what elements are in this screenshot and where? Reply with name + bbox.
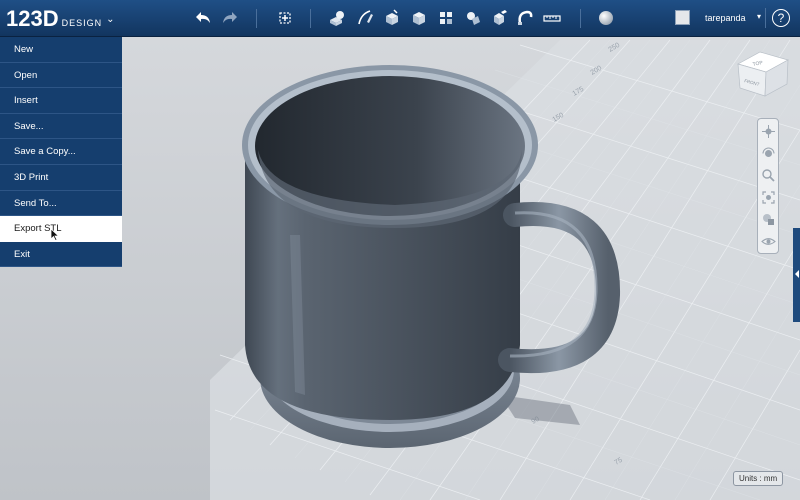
menu-item-new[interactable]: New <box>0 37 122 63</box>
menu-item-open[interactable]: Open <box>0 63 122 89</box>
grouping-button[interactable] <box>462 8 484 28</box>
toolbar-divider <box>765 8 766 28</box>
combine-icon <box>494 10 507 25</box>
redo-icon <box>223 12 237 23</box>
chevron-down-icon: ⌄ <box>106 14 115 25</box>
redo-button[interactable] <box>219 8 241 28</box>
modify-icon <box>413 12 425 25</box>
transform-icon <box>279 12 291 24</box>
chevron-down-icon[interactable]: ▾ <box>757 12 761 21</box>
toolbar-divider <box>256 9 257 28</box>
sketch-icon <box>358 10 373 25</box>
app-menu-button[interactable]: 123D DESIGN ⌄ <box>6 6 115 32</box>
orbit-icon <box>762 147 775 157</box>
material-button[interactable] <box>595 8 617 28</box>
menu-item-save-copy[interactable]: Save a Copy... <box>0 139 122 165</box>
menu-item-insert[interactable]: Insert <box>0 88 122 114</box>
menu-item-export-stl[interactable]: Export STL <box>0 216 122 242</box>
fit-button[interactable] <box>761 190 776 205</box>
chevron-left-icon <box>795 270 799 278</box>
pattern-button[interactable] <box>435 8 457 28</box>
material-icon <box>599 11 613 25</box>
help-button[interactable]: ? <box>772 9 790 27</box>
construct-button[interactable] <box>381 8 403 28</box>
snap-icon <box>518 10 533 25</box>
snap-button[interactable] <box>514 8 536 28</box>
units-indicator[interactable]: Units : mm <box>733 471 784 486</box>
menu-item-save[interactable]: Save... <box>0 114 122 140</box>
construct-icon <box>386 9 398 25</box>
app-logo-sub: DESIGN <box>61 18 103 28</box>
transform-button[interactable] <box>274 8 296 28</box>
zoom-icon <box>762 169 775 182</box>
measure-button[interactable] <box>541 8 563 28</box>
toolbar-divider <box>580 9 581 28</box>
orbit-button[interactable] <box>761 146 776 161</box>
mouse-cursor-icon <box>50 229 60 241</box>
menu-item-exit[interactable]: Exit <box>0 242 122 268</box>
visibility-button[interactable] <box>761 234 776 249</box>
file-menu: New Open Insert Save... Save a Copy... 3… <box>0 37 122 268</box>
view-style-button[interactable] <box>761 212 776 227</box>
modify-button[interactable] <box>408 8 430 28</box>
top-toolbar: 123D DESIGN ⌄ tarepanda ▾ ? <box>0 0 800 37</box>
menu-item-send-to[interactable]: Send To... <box>0 191 122 217</box>
toolbar-divider <box>310 9 311 28</box>
grouping-icon <box>467 12 480 25</box>
zoom-button[interactable] <box>761 168 776 183</box>
combine-button[interactable] <box>488 8 510 28</box>
user-avatar[interactable] <box>675 10 690 25</box>
pattern-icon <box>440 12 452 24</box>
sketch-button[interactable] <box>354 8 376 28</box>
navigation-bar <box>757 118 779 254</box>
user-name[interactable]: tarepanda <box>705 13 746 23</box>
app-logo: 123D <box>6 6 59 31</box>
measure-icon <box>543 15 561 22</box>
fit-icon <box>762 191 775 204</box>
primitives-button[interactable] <box>326 8 348 28</box>
pan-icon <box>762 125 775 138</box>
undo-icon <box>196 12 210 23</box>
pan-button[interactable] <box>761 124 776 139</box>
view-style-icon <box>763 214 774 225</box>
menu-item-3d-print[interactable]: 3D Print <box>0 165 122 191</box>
undo-button[interactable] <box>192 8 214 28</box>
eye-icon <box>761 238 776 245</box>
primitives-icon <box>330 11 344 26</box>
